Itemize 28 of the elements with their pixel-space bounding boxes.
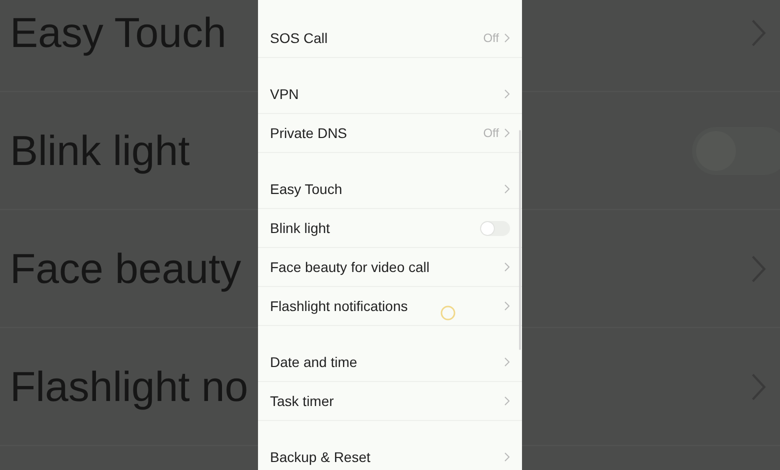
chevron-icon [504,357,510,367]
settings-item[interactable]: VPN [258,75,522,114]
chevron-icon [504,452,510,462]
item-value: Off [483,31,499,45]
settings-item[interactable]: Task timer [258,382,522,421]
chevron-icon [504,184,510,194]
item-label: Private DNS [270,125,348,141]
item-value: Off [483,126,499,140]
chevron-icon [504,128,510,138]
item-label: VPN [270,86,299,102]
chevron-icon [504,33,510,43]
item-label: Easy Touch [270,181,342,197]
settings-item[interactable]: Date and time [258,343,522,382]
toggle-switch[interactable] [480,220,510,236]
settings-item[interactable]: Backup & Reset [258,438,522,470]
item-label: Flashlight notifications [270,298,408,314]
settings-item[interactable]: SOS Call Off [258,19,522,58]
chevron-icon [504,396,510,406]
chevron-icon [504,89,510,99]
item-label: SOS Call [270,30,328,46]
item-label: Task timer [270,393,334,409]
item-label: Date and time [270,354,358,370]
item-label: Face beauty for video call [270,259,430,275]
item-label: Backup & Reset [270,449,370,465]
chevron-icon [504,262,510,272]
touch-indicator-icon [440,305,456,321]
chevron-icon [504,301,510,311]
item-label: Blink light [270,220,330,236]
